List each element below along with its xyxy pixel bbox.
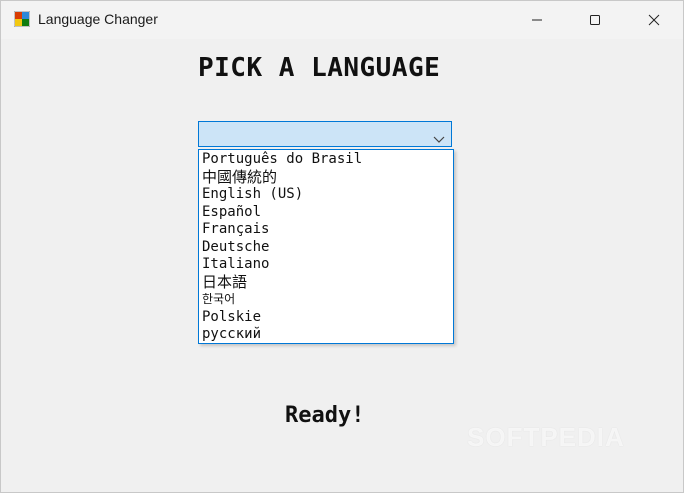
- watermark: SOFTPEDIA: [467, 422, 625, 452]
- language-dropdown-list: Português do Brasil 中國傳統的 English (US) E…: [198, 149, 454, 344]
- minimize-icon: [532, 19, 542, 21]
- page-heading: PICK A LANGUAGE: [198, 53, 441, 83]
- language-option-pl[interactable]: Polskie: [199, 309, 453, 327]
- maximize-button[interactable]: [572, 1, 618, 39]
- app-flag-icon: [13, 10, 31, 28]
- language-option-en-us[interactable]: English (US): [199, 186, 453, 204]
- language-option-it[interactable]: Italiano: [199, 256, 453, 274]
- language-option-pt-br[interactable]: Português do Brasil: [199, 151, 453, 169]
- app-window: Language Changer PICK A LANGUAGE Portugu…: [0, 0, 684, 493]
- close-icon: [648, 14, 660, 26]
- language-select[interactable]: [198, 121, 452, 147]
- language-option-es[interactable]: Español: [199, 204, 453, 222]
- language-option-ru[interactable]: русский: [199, 326, 453, 344]
- language-option-zh-hant[interactable]: 中國傳統的: [199, 169, 453, 187]
- maximize-icon: [590, 15, 600, 25]
- close-button[interactable]: [631, 1, 677, 39]
- status-text: Ready!: [285, 403, 365, 428]
- language-option-fr[interactable]: Français: [199, 221, 453, 239]
- title-bar[interactable]: Language Changer: [1, 1, 683, 39]
- language-option-ko[interactable]: 한국어: [199, 291, 453, 309]
- language-option-ja[interactable]: 日本語: [199, 274, 453, 292]
- language-option-de[interactable]: Deutsche: [199, 239, 453, 257]
- chevron-down-icon: [433, 129, 445, 143]
- window-title: Language Changer: [38, 11, 158, 27]
- minimize-button[interactable]: [514, 1, 560, 39]
